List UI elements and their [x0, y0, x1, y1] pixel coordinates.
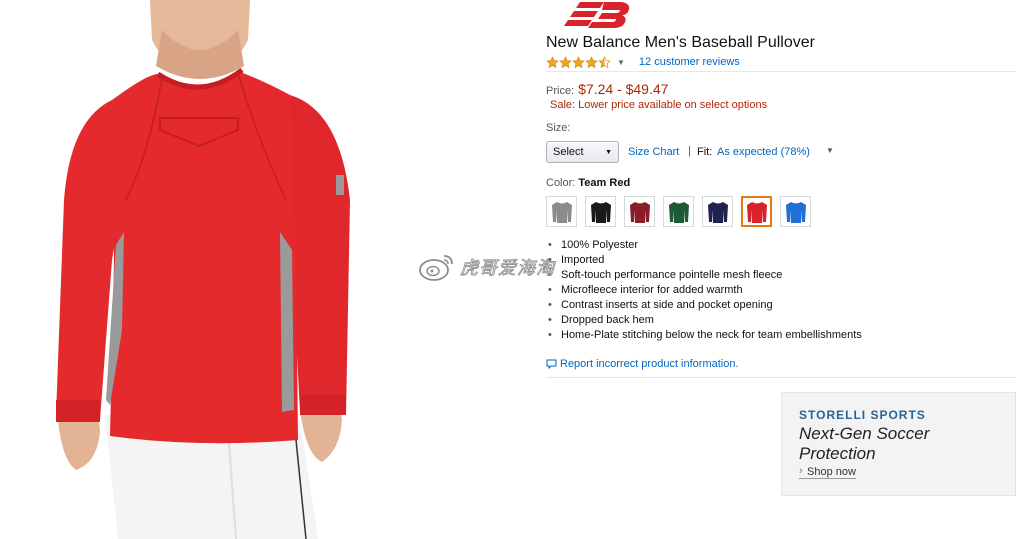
color-swatch-team-red[interactable] — [741, 196, 772, 227]
divider — [546, 377, 1016, 378]
product-title: New Balance Men's Baseball Pullover — [546, 34, 815, 51]
fit-value-link[interactable]: As expected (78%) — [717, 146, 810, 158]
color-label-text: Color: — [546, 177, 576, 189]
price-row: Price: $7.24 - $49.47 — [546, 81, 668, 97]
size-dropdown-value: Select — [553, 146, 584, 158]
color-label: Color: Team Red — [546, 177, 630, 189]
price-label: Price: — [546, 85, 575, 97]
feature-bullet: Home-Plate stitching below the neck for … — [546, 328, 862, 343]
star-rating[interactable] — [546, 55, 611, 69]
color-selected-name: Team Red — [578, 177, 631, 189]
feature-bullet: Imported — [546, 253, 862, 268]
shirt-thumbnail-icon — [668, 201, 689, 223]
shirt-thumbnail-icon — [707, 201, 728, 223]
weibo-icon — [419, 255, 453, 281]
size-label: Size: — [546, 122, 571, 134]
shirt-thumbnail-icon — [785, 201, 806, 223]
color-swatch-gray[interactable] — [546, 196, 577, 227]
chevron-down-icon: ▼ — [605, 148, 612, 156]
divider — [546, 71, 1016, 72]
separator: | — [688, 145, 691, 157]
fit-label: Fit: — [697, 146, 713, 158]
product-details: New Balance Men's Baseball Pullover ▼ 12… — [546, 0, 1016, 539]
report-info-text: Report incorrect product information. — [560, 358, 739, 370]
feature-bullet: Dropped back hem — [546, 313, 862, 328]
shirt-thumbnail-icon — [746, 201, 767, 223]
customer-reviews-link[interactable]: 12 customer reviews — [639, 56, 740, 68]
ad-headline: Next-Gen Soccer Protection — [799, 424, 930, 463]
star-full-icon — [585, 55, 598, 68]
watermark: 虎哥爱海淘 — [418, 252, 555, 282]
feature-bullet: Microfleece interior for added warmth — [546, 283, 862, 298]
watermark-text: 虎哥爱海淘 — [460, 258, 555, 279]
star-full-icon — [559, 55, 572, 68]
fit-caret-icon[interactable]: ▼ — [826, 146, 834, 155]
sale-notice: Sale: Lower price available on select op… — [550, 99, 768, 111]
shirt-thumbnail-icon — [629, 201, 650, 223]
shirt-thumbnail-icon — [551, 201, 572, 223]
sponsored-ad[interactable]: STORELLI SPORTS Next-Gen Soccer Protecti… — [781, 392, 1016, 496]
color-swatch-royal-blue[interactable] — [780, 196, 811, 227]
color-swatch-dark-green[interactable] — [663, 196, 694, 227]
ad-brand: STORELLI SPORTS — [799, 408, 926, 422]
feature-bullet: 100% Polyester — [546, 238, 862, 253]
rating-row: ▼ 12 customer reviews — [546, 54, 740, 70]
price-value: $7.24 - $49.47 — [578, 81, 669, 97]
color-swatch-maroon[interactable] — [624, 196, 655, 227]
star-full-icon — [572, 55, 585, 68]
color-swatch-navy[interactable] — [702, 196, 733, 227]
report-info-link[interactable]: Report incorrect product information. — [546, 358, 739, 370]
shirt-thumbnail-icon — [590, 201, 611, 223]
size-chart-link[interactable]: Size Chart — [628, 146, 679, 158]
new-balance-logo[interactable] — [558, 0, 632, 30]
ad-shop-now-link[interactable]: Shop now — [799, 465, 856, 479]
size-dropdown[interactable]: Select ▼ — [546, 141, 619, 163]
comment-icon — [546, 359, 557, 369]
feature-bullet: Soft-touch performance pointelle mesh fl… — [546, 268, 862, 283]
feature-bullets: 100% PolyesterImportedSoft-touch perform… — [546, 238, 862, 343]
rating-caret-icon[interactable]: ▼ — [617, 58, 625, 67]
color-swatches — [546, 196, 811, 227]
star-half-icon — [598, 55, 611, 68]
star-full-icon — [546, 55, 559, 68]
feature-bullet: Contrast inserts at side and pocket open… — [546, 298, 862, 313]
color-swatch-black[interactable] — [585, 196, 616, 227]
